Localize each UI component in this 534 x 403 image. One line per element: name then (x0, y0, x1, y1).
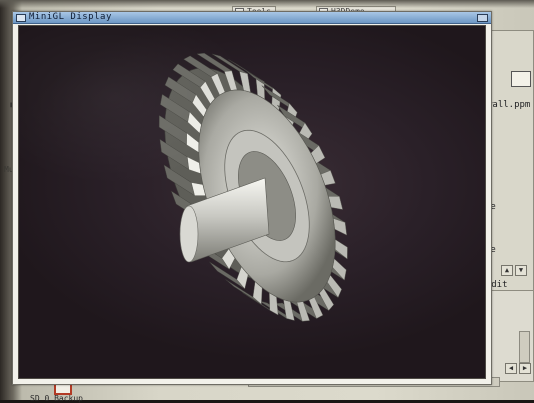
scroll-left-icon[interactable]: ◀ (505, 363, 517, 374)
drawer-icon[interactable] (511, 71, 531, 87)
vertical-scrollbar[interactable] (519, 331, 530, 363)
monitor-top-shadow (0, 0, 534, 8)
gear-axle-end (179, 205, 199, 263)
gear-render (158, 53, 348, 322)
gear-icon (158, 53, 348, 322)
scroll-right-icon[interactable]: ▶ (519, 363, 531, 374)
depth-gadget-icon[interactable] (477, 14, 488, 22)
close-icon[interactable] (16, 14, 26, 22)
minigl-display-window[interactable]: MiniGL Display (12, 11, 492, 385)
window-titlebar[interactable]: MiniGL Display (13, 12, 491, 24)
gear-tooth (334, 239, 348, 260)
scroll-down-icon[interactable]: ▼ (515, 265, 527, 276)
disk-label[interactable]: SD 0 Backup (30, 394, 83, 403)
window-title: MiniGL Display (29, 12, 112, 22)
gl-render-canvas[interactable] (18, 25, 486, 379)
scroll-up-icon[interactable]: ▲ (501, 265, 513, 276)
file-wall-ppm[interactable]: wall.ppm (487, 100, 530, 110)
gear-tooth (332, 218, 347, 236)
